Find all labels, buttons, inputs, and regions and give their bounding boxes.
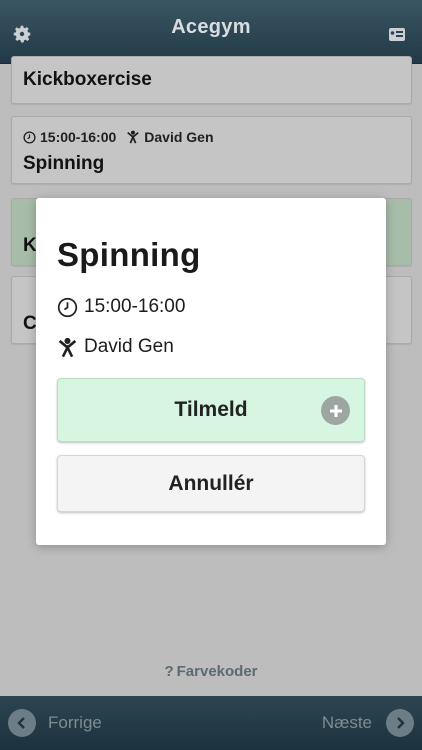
signup-label: Tilmeld xyxy=(174,398,248,421)
signup-button[interactable]: Tilmeld xyxy=(57,378,365,442)
dialog-time-row: 15:00-16:00 xyxy=(57,296,185,318)
cancel-button[interactable]: Annullér xyxy=(57,455,365,512)
app: Acegym Kickboxercise 15:00-16:00 David G… xyxy=(0,0,422,750)
cancel-label: Annullér xyxy=(168,471,254,495)
dialog-teacher-row: David Gen xyxy=(57,336,174,358)
dialog-teacher: David Gen xyxy=(84,336,174,357)
dialog-time: 15:00-16:00 xyxy=(84,296,186,317)
class-detail-dialog: Spinning 15:00-16:00 David Gen Tilmeld A… xyxy=(36,198,386,545)
plus-icon xyxy=(321,396,350,425)
dialog-title: Spinning xyxy=(57,236,201,273)
teacher-icon xyxy=(58,337,77,357)
clock-icon xyxy=(57,297,78,317)
